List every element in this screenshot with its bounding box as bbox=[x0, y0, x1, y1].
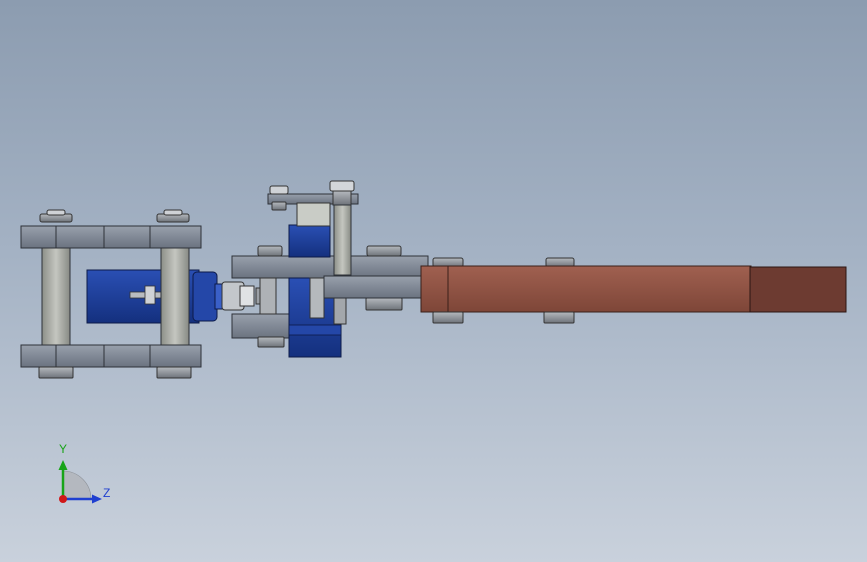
left-bottom-plate bbox=[20, 344, 202, 368]
triad-y-label: Y bbox=[59, 442, 68, 456]
right-arm-bottom-nuts bbox=[432, 311, 575, 324]
triad-z-label: Z bbox=[103, 486, 111, 500]
left-standoff-1 bbox=[41, 247, 71, 347]
left-top-bolts bbox=[39, 209, 190, 223]
right-arm-link bbox=[420, 265, 752, 313]
coupling-hub bbox=[221, 281, 267, 311]
left-servo-motor bbox=[86, 269, 227, 324]
right-arm[interactable] bbox=[420, 257, 847, 324]
center-bottom-plate bbox=[231, 313, 291, 339]
orientation-triad[interactable] bbox=[40, 438, 130, 518]
left-top-plate bbox=[20, 225, 202, 249]
x-axis-dot-icon bbox=[59, 495, 67, 503]
left-frame[interactable] bbox=[20, 209, 227, 379]
robot-arm-model[interactable] bbox=[0, 0, 867, 562]
center-bracket[interactable] bbox=[231, 180, 429, 358]
right-arm-end-block bbox=[749, 266, 847, 313]
triad-base-sector-icon bbox=[62, 470, 92, 500]
center-lower-plate bbox=[323, 275, 429, 299]
graphics-viewport[interactable]: Y Z bbox=[0, 0, 867, 562]
center-top-plate bbox=[231, 255, 429, 279]
left-standoff-2 bbox=[160, 247, 190, 347]
vertical-shaft bbox=[329, 180, 355, 276]
left-bottom-nuts bbox=[38, 366, 192, 379]
